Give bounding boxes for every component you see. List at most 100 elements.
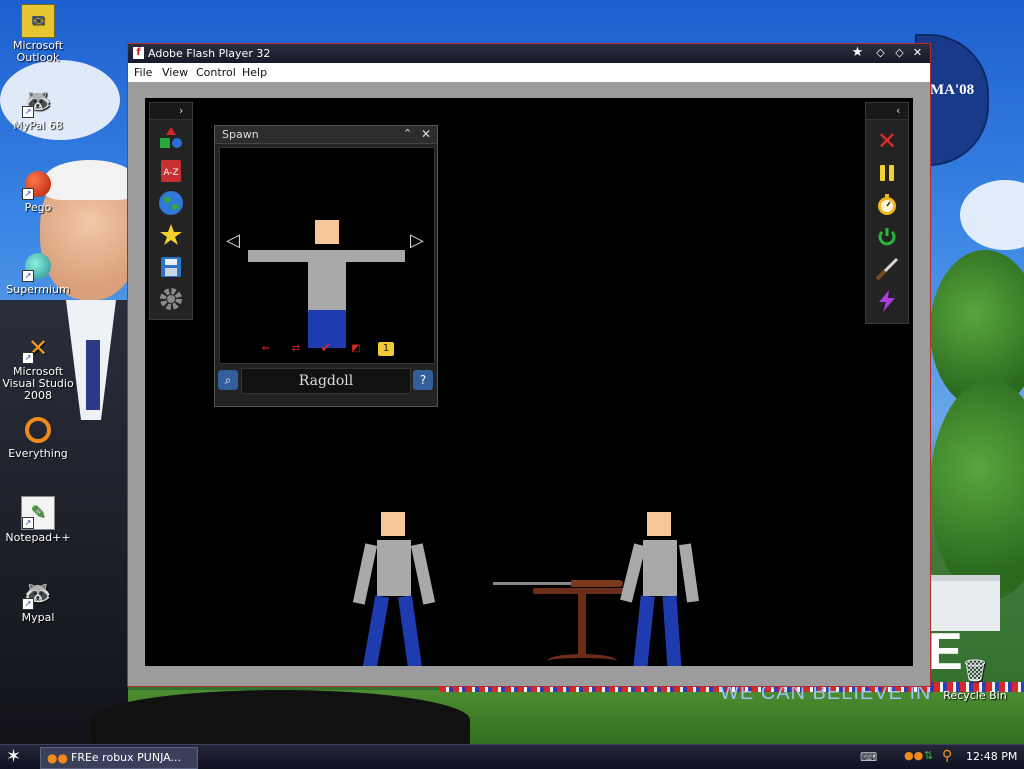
desktop-icon-supermium[interactable]: ↗ Supermium <box>0 250 76 296</box>
game-stage[interactable]: › A-Z ‹ ✕ Spawn ⌃ ✕ ◁ ▷ ⇐ ⇄ ✔ ◩ 1 ⌕ Ragd… <box>145 98 913 666</box>
svg-text:A-Z: A-Z <box>163 168 178 178</box>
ragdoll-head <box>647 512 671 536</box>
shapes-icon[interactable] <box>157 125 185 153</box>
ragdoll-arm <box>620 543 646 603</box>
table[interactable] <box>533 576 633 666</box>
search-icon[interactable]: ⚲ <box>942 748 952 764</box>
desktop-icon-recycle-bin[interactable]: 🗑 Recycle Bin <box>936 656 1014 702</box>
tray-app-icon[interactable]: ●● <box>904 749 923 762</box>
rifle-barrel <box>493 582 573 585</box>
ragdoll-arm <box>679 543 699 603</box>
ragdoll-left[interactable] <box>352 512 436 666</box>
right-toolbar: ‹ ✕ <box>865 102 909 324</box>
ragdoll-leg <box>398 595 422 666</box>
clock: 12:48 PM <box>966 750 1018 763</box>
table-leg <box>578 594 586 654</box>
spawn-panel-header[interactable]: Spawn ⌃ ✕ <box>215 126 437 144</box>
desktop-icon-label: Notepad++ <box>5 531 71 544</box>
alphabet-icon[interactable]: A-Z <box>157 157 185 185</box>
power-icon[interactable] <box>873 223 901 251</box>
swap-icon[interactable]: ⇄ <box>288 342 304 356</box>
menu-help[interactable]: Help <box>242 66 267 79</box>
star-icon[interactable] <box>157 221 185 249</box>
checkmark-icon[interactable]: ✔ <box>318 342 334 356</box>
left-toolbar: › A-Z <box>149 102 193 320</box>
chevron-up-icon[interactable]: ⌃ <box>403 127 412 140</box>
desktop-icon-mypal[interactable]: 🦝 ↗ Mypal <box>0 578 76 624</box>
maximize-button[interactable]: ◇ <box>892 46 907 60</box>
table-base <box>547 654 617 666</box>
minimize-button[interactable]: ◇ <box>873 46 888 60</box>
menu-control[interactable]: Control <box>196 66 236 79</box>
spawn-panel: Spawn ⌃ ✕ ◁ ▷ ⇐ ⇄ ✔ ◩ 1 ⌕ Ragdoll ? <box>214 125 438 407</box>
shortcut-arrow-icon: ↗ <box>22 598 34 610</box>
person-tie <box>86 340 100 410</box>
menu-view[interactable]: View <box>162 66 188 79</box>
knife-icon[interactable] <box>873 255 901 283</box>
desktop-icon-label: Pego <box>24 201 52 214</box>
desktop-icon-pego[interactable]: ↗ Pego <box>0 168 76 214</box>
desktop-icon-everything[interactable]: Everything <box>0 414 76 460</box>
lightning-icon[interactable] <box>873 287 901 315</box>
taskbar-task-label: FREe robux PUNJA... <box>71 751 181 764</box>
save-icon[interactable] <box>157 253 185 281</box>
start-button[interactable]: ✶ <box>6 746 21 767</box>
flip-left-icon[interactable]: ⇐ <box>258 342 274 356</box>
pego-icon: ↗ <box>22 168 54 200</box>
raccoon-icon: 🦝 ↗ <box>22 86 54 118</box>
ragdoll-right[interactable] <box>620 512 703 666</box>
right-toolbar-header: ‹ <box>866 103 908 120</box>
notepad-icon: ✎ ↗ <box>21 496 55 530</box>
desktop-icon-mypal68[interactable]: 🦝 ↗ MyPal 68 <box>0 86 76 132</box>
window-title: Adobe Flash Player 32 <box>148 47 271 60</box>
taskbar-task[interactable]: ●● FREe robux PUNJA... <box>40 747 198 769</box>
chevron-right-icon[interactable]: › <box>179 104 183 117</box>
desktop-icon-outlook[interactable]: ✉ Microsoft Outlook <box>0 4 76 64</box>
menu-bar: File View Control Help <box>128 63 930 82</box>
stopwatch-icon[interactable] <box>873 191 901 219</box>
ragdoll-torso <box>643 540 677 596</box>
help-icon[interactable]: ? <box>413 370 433 390</box>
star-icon[interactable]: ★ <box>850 46 865 60</box>
spawn-preview: ◁ ▷ ⇐ ⇄ ✔ ◩ 1 <box>219 147 435 364</box>
keyboard-icon[interactable]: ⌨ <box>860 750 877 764</box>
close-button[interactable]: ✕ <box>910 46 925 60</box>
ragdoll-head <box>315 220 339 244</box>
ragdoll-torso <box>377 540 411 596</box>
delete-icon[interactable]: ✕ <box>873 127 901 155</box>
ragdoll-arm <box>410 543 436 605</box>
gear-icon[interactable] <box>157 285 185 313</box>
desktop-icon-label: Mypal <box>21 611 55 624</box>
rifle-stock <box>571 580 623 587</box>
menu-file[interactable]: File <box>134 66 152 79</box>
prev-arrow-icon[interactable]: ◁ <box>226 230 240 251</box>
obama-logo-text: MA'08 <box>930 82 975 98</box>
pause-icon[interactable] <box>873 159 901 187</box>
fill-icon[interactable]: ◩ <box>348 342 364 356</box>
desktop-icon-visual-studio[interactable]: ✕ ↗ Microsoft Visual Studio 2008 <box>0 332 76 402</box>
rifle[interactable] <box>493 578 623 588</box>
next-arrow-icon[interactable]: ▷ <box>410 230 424 251</box>
shortcut-arrow-icon: ↗ <box>22 106 34 118</box>
window-titlebar[interactable]: f Adobe Flash Player 32 ★ ◇ ◇ ✕ <box>128 44 930 63</box>
shortcut-arrow-icon: ↗ <box>22 352 34 364</box>
recycle-bin-icon: 🗑 <box>961 659 989 684</box>
desktop-icon-notepadpp[interactable]: ✎ ↗ Notepad++ <box>0 496 76 544</box>
globe-icon[interactable] <box>157 189 185 217</box>
visual-studio-icon: ✕ ↗ <box>22 332 54 364</box>
count-badge[interactable]: 1 <box>378 342 394 356</box>
desktop-icon-label: Everything <box>8 447 68 460</box>
ragdoll-arm <box>352 543 378 605</box>
ragdoll-leg <box>362 595 390 666</box>
search-icon[interactable]: ⌕ <box>218 370 238 390</box>
network-icon[interactable]: ⇅ <box>924 749 933 762</box>
close-icon[interactable]: ✕ <box>421 127 431 141</box>
ragdoll-leg <box>633 595 655 666</box>
desktop-icon-label: Microsoft Visual Studio 2008 <box>2 365 74 402</box>
desktop-icon-label: MyPal 68 <box>13 119 63 132</box>
shortcut-arrow-icon: ↗ <box>22 517 34 529</box>
spawn-panel-title: Spawn <box>222 128 259 141</box>
flash-player-window: f Adobe Flash Player 32 ★ ◇ ◇ ✕ File Vie… <box>127 43 931 687</box>
chevron-left-icon[interactable]: ‹ <box>896 104 900 117</box>
system-tray: ●● ⇅ ⚲ 12:48 PM <box>898 745 1024 769</box>
